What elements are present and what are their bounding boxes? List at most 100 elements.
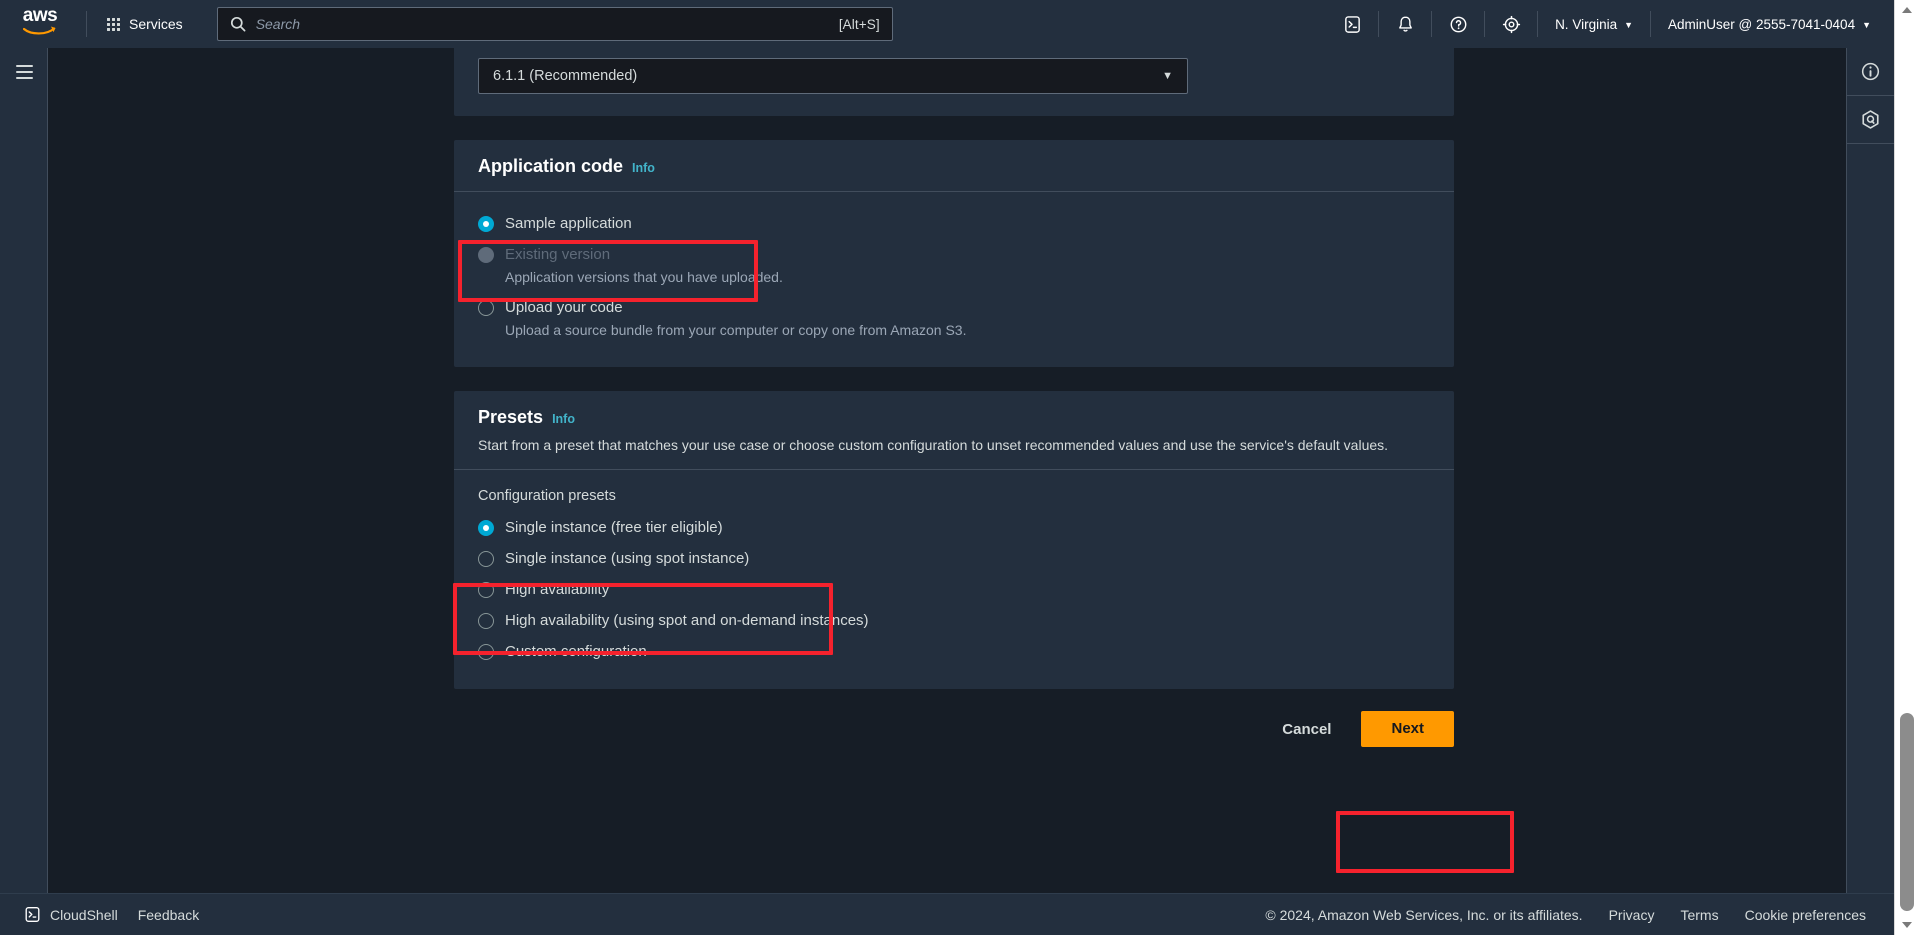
triangle-up-icon bbox=[1902, 7, 1912, 13]
nav-separator bbox=[1431, 11, 1433, 37]
aws-logo-wordmark: aws bbox=[22, 5, 58, 26]
nav-separator bbox=[1650, 11, 1652, 37]
radio-label: Single instance (using spot instance) bbox=[505, 550, 750, 567]
radio-indicator bbox=[478, 247, 494, 263]
privacy-link[interactable]: Privacy bbox=[1599, 902, 1665, 928]
radio-texts: Existing version Application versions th… bbox=[505, 244, 783, 287]
application-code-options: Sample application Existing version Appl… bbox=[454, 192, 1454, 367]
radio-custom-configuration[interactable]: Custom configuration bbox=[478, 636, 1430, 667]
bottom-bar-right-cluster: © 2024, Amazon Web Services, Inc. or its… bbox=[1255, 902, 1876, 928]
radio-label: Existing version bbox=[505, 246, 611, 263]
top-navigation-bar: aws Services [Alt+S] bbox=[0, 0, 1894, 48]
search-icon bbox=[230, 16, 246, 32]
grid-apps-icon bbox=[107, 17, 120, 31]
cloudshell-button[interactable] bbox=[1332, 7, 1372, 41]
chevron-down-icon: ▼ bbox=[1162, 69, 1173, 82]
next-button[interactable]: Next bbox=[1361, 711, 1454, 747]
open-navigation-button[interactable] bbox=[0, 48, 48, 96]
notifications-button[interactable] bbox=[1385, 7, 1425, 41]
radio-description: Upload a source bundle from your compute… bbox=[505, 322, 967, 338]
help-button[interactable] bbox=[1438, 7, 1478, 41]
radio-indicator bbox=[478, 644, 494, 660]
main-content-area: 6.1.1 (Recommended) ▼ Application code In… bbox=[48, 48, 1846, 893]
configuration-presets-label: Configuration presets bbox=[478, 488, 616, 504]
nav-separator bbox=[1378, 11, 1380, 37]
right-tools-rail bbox=[1846, 48, 1894, 893]
chevron-down-icon: ▼ bbox=[1624, 19, 1634, 30]
radio-label: High availability (using spot and on-dem… bbox=[505, 612, 869, 629]
scrollbar-down-button[interactable] bbox=[1895, 915, 1918, 935]
feedback-button[interactable]: Feedback bbox=[128, 902, 209, 928]
radio-indicator bbox=[478, 613, 494, 629]
radio-label: Sample application bbox=[505, 215, 632, 232]
search-input[interactable] bbox=[255, 16, 839, 32]
radio-texts: Upload your code Upload a source bundle … bbox=[505, 297, 966, 340]
presets-title: Presets bbox=[478, 407, 544, 427]
platform-version-value: 6.1.1 (Recommended) bbox=[493, 68, 638, 84]
application-code-title: Application code bbox=[478, 156, 624, 176]
region-label: N. Virginia bbox=[1555, 16, 1618, 32]
services-menu-label: Services bbox=[129, 16, 183, 32]
radio-label: Upload your code bbox=[505, 299, 623, 316]
radio-label: Single instance (free tier eligible) bbox=[505, 519, 723, 536]
bottom-status-bar: CloudShell Feedback © 2024, Amazon Web S… bbox=[0, 893, 1894, 935]
services-menu-button[interactable]: Services bbox=[99, 8, 191, 40]
wizard-actions: Cancel Next bbox=[454, 711, 1454, 747]
radio-description: Application versions that you have uploa… bbox=[505, 269, 783, 285]
radio-high-availability-spot-ondemand[interactable]: High availability (using spot and on-dem… bbox=[478, 605, 1430, 636]
help-question-icon bbox=[1450, 16, 1466, 32]
radio-indicator bbox=[478, 582, 494, 598]
left-navigation-rail bbox=[0, 48, 48, 893]
feedback-label: Feedback bbox=[137, 906, 200, 923]
cloudshell-label: CloudShell bbox=[50, 906, 118, 923]
radio-high-availability[interactable]: High availability bbox=[478, 574, 1430, 605]
radio-indicator bbox=[478, 300, 494, 316]
cloudshell-icon bbox=[1344, 15, 1360, 33]
nav-separator bbox=[1484, 11, 1486, 37]
cookie-preferences-link[interactable]: Cookie preferences bbox=[1735, 902, 1876, 928]
radio-existing-version: Existing version Application versions th… bbox=[478, 239, 1430, 292]
radio-indicator bbox=[478, 216, 494, 232]
aws-logo[interactable]: aws bbox=[14, 5, 66, 41]
radio-single-instance-spot[interactable]: Single instance (using spot instance) bbox=[478, 543, 1430, 574]
presets-description: Start from a preset that matches your us… bbox=[478, 437, 1389, 453]
top-nav-right-cluster: N. Virginia ▼ AdminUser @ 2555-7041-0404… bbox=[1332, 0, 1894, 48]
hamburger-menu-icon bbox=[15, 61, 33, 83]
radio-sample-application[interactable]: Sample application bbox=[478, 208, 1430, 239]
search-shortcut-hint: [Alt+S] bbox=[838, 16, 880, 32]
info-panel-icon bbox=[1861, 62, 1880, 81]
info-panel-button[interactable] bbox=[1847, 48, 1894, 96]
account-label: AdminUser @ 2555-7041-0404 bbox=[1668, 16, 1856, 32]
presets-options: Configuration presets Single instance (f… bbox=[454, 470, 1454, 689]
chevron-down-icon: ▼ bbox=[1862, 19, 1871, 30]
platform-version-select[interactable]: 6.1.1 (Recommended) ▼ bbox=[478, 58, 1188, 94]
scrollbar-up-button[interactable] bbox=[1895, 0, 1918, 20]
aws-logo-smile-icon bbox=[23, 26, 56, 35]
cancel-button[interactable]: Cancel bbox=[1262, 713, 1351, 746]
terms-link[interactable]: Terms bbox=[1670, 902, 1728, 928]
settings-gear-icon bbox=[1502, 15, 1520, 33]
global-search-box[interactable]: [Alt+S] bbox=[216, 7, 893, 41]
application-code-panel: Application code Info Sample application … bbox=[454, 140, 1454, 367]
aws-console-page: aws Services [Alt+S] bbox=[0, 0, 1918, 935]
wizard-form-column: 6.1.1 (Recommended) ▼ Application code In… bbox=[454, 48, 1454, 747]
copyright-text: © 2024, Amazon Web Services, Inc. or its… bbox=[1265, 906, 1583, 923]
settings-button[interactable] bbox=[1491, 7, 1531, 41]
amazon-q-button[interactable] bbox=[1847, 96, 1894, 144]
cloudshell-launch-button[interactable]: CloudShell bbox=[14, 901, 128, 928]
presets-info-link[interactable]: Info bbox=[552, 412, 575, 426]
radio-indicator bbox=[478, 520, 494, 536]
nav-separator bbox=[1537, 11, 1539, 37]
nav-divider bbox=[86, 11, 87, 37]
triangle-down-icon bbox=[1902, 922, 1912, 928]
browser-scrollbar[interactable] bbox=[1894, 0, 1918, 935]
application-code-header: Application code Info bbox=[454, 140, 1454, 192]
presets-header: Presets Info Start from a preset that mat… bbox=[454, 391, 1454, 470]
region-selector[interactable]: N. Virginia ▼ bbox=[1544, 7, 1644, 41]
radio-upload-your-code[interactable]: Upload your code Upload a source bundle … bbox=[478, 292, 1430, 345]
radio-indicator bbox=[478, 551, 494, 567]
account-menu[interactable]: AdminUser @ 2555-7041-0404 ▼ bbox=[1657, 7, 1882, 41]
application-code-info-link[interactable]: Info bbox=[632, 161, 655, 175]
radio-single-instance-free-tier[interactable]: Single instance (free tier eligible) bbox=[478, 512, 1430, 543]
scrollbar-thumb[interactable] bbox=[1900, 713, 1914, 911]
